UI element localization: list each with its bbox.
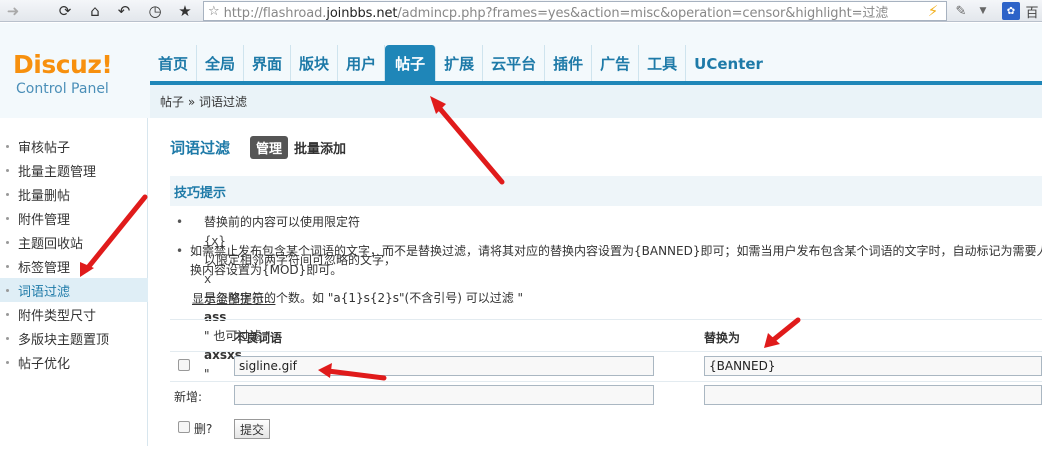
nav-home[interactable]: 首页 <box>150 45 198 82</box>
submit-button[interactable]: 提交 <box>234 419 271 439</box>
logo-subtitle: Control Panel <box>16 81 109 97</box>
tab-partial[interactable]: 百 <box>1022 2 1042 21</box>
nav-tools[interactable]: 工具 <box>639 45 687 82</box>
forward-icon[interactable]: ➜ <box>4 2 22 20</box>
new-label: 新增: <box>174 390 203 404</box>
nav-interface[interactable]: 界面 <box>244 45 292 82</box>
tip-item: 如需禁止发布包含某个词语的文字，而不是替换过滤，请将其对应的替换内容设置为{BA… <box>176 242 1042 280</box>
page-title: 词语过滤 <box>170 139 231 157</box>
logo[interactable]: Discuz! <box>13 50 113 79</box>
sidebar-item-word-filter[interactable]: 词语过滤 <box>0 278 148 302</box>
url-text: http://flashroad.joinbbs.net/admincp.php… <box>223 5 889 21</box>
admin-header: Discuz! Control Panel 首页 全局 界面 版块 用户 帖子 … <box>0 23 1042 118</box>
sidebar-item-attachments[interactable]: 附件管理 <box>0 206 148 230</box>
sidebar-item-attach-types[interactable]: 附件类型尺寸 <box>0 302 148 326</box>
replace-input[interactable]: {BANNED} <box>704 356 1042 376</box>
sidebar-item-batch-threads[interactable]: 批量主题管理 <box>0 158 148 182</box>
undo-icon[interactable]: ↶ <box>115 2 133 20</box>
sidebar-item-batch-delete[interactable]: 批量删帖 <box>0 182 148 206</box>
browser-toolbar: ➜ ⟳ ⌂ ↶ ◷ ★ ☆ http://flashroad.joinbbs.n… <box>0 0 1042 22</box>
address-bar[interactable]: ☆ http://flashroad.joinbbs.net/admincp.p… <box>203 1 947 21</box>
reload-icon[interactable]: ⟳ <box>56 2 74 20</box>
show-all-tips-link[interactable]: 显示全部提示... <box>192 290 275 307</box>
sidebar-item-tags[interactable]: 标签管理 <box>0 254 148 278</box>
new-row: 新增: <box>170 381 1042 409</box>
nav-extensions[interactable]: 扩展 <box>436 45 484 82</box>
sidebar: 审核帖子 批量主题管理 批量删帖 附件管理 主题回收站 标签管理 词语过滤 附件… <box>0 118 148 446</box>
tab-manage[interactable]: 管理 <box>250 136 289 159</box>
bad-word-input[interactable]: sigline.gif <box>234 356 654 376</box>
submit-row: 删? 提交 <box>170 409 1042 449</box>
nav-forums[interactable]: 版块 <box>291 45 339 82</box>
sidebar-list: 审核帖子 批量主题管理 批量删帖 附件管理 主题回收站 标签管理 词语过滤 附件… <box>0 134 148 374</box>
tips-title: 技巧提示 <box>170 176 1042 206</box>
lightning-icon[interactable]: ⚡ <box>924 2 942 20</box>
tab-batch-add[interactable]: 批量添加 <box>294 138 346 157</box>
nav-ads[interactable]: 广告 <box>592 45 640 82</box>
history-icon[interactable]: ◷ <box>146 2 164 20</box>
delete-label: 删? <box>194 422 213 436</box>
sidebar-item-moderate-posts[interactable]: 审核帖子 <box>0 134 148 158</box>
row-delete-checkbox[interactable] <box>178 359 190 371</box>
table-header: 不良词语 替换为 <box>170 319 1042 351</box>
new-replace-input[interactable] <box>704 385 1042 405</box>
col-bad-word: 不良词语 <box>234 331 283 345</box>
bookmark-star-icon[interactable]: ★ <box>176 2 194 20</box>
nav-cloud[interactable]: 云平台 <box>483 45 546 82</box>
paw-icon[interactable]: ✿ <box>1002 2 1020 20</box>
nav-users[interactable]: 用户 <box>338 45 386 82</box>
sidebar-item-recycle-bin[interactable]: 主题回收站 <box>0 230 148 254</box>
delete-all-checkbox[interactable] <box>178 421 190 433</box>
new-bad-word-input[interactable] <box>234 385 654 405</box>
main-content: 词语过滤 管理 批量添加 技巧提示 替换前的内容可以使用限定符 {x} 以限定相… <box>170 118 1042 446</box>
nav-plugins[interactable]: 插件 <box>545 45 593 82</box>
dropdown-arrow-icon[interactable]: ▼ <box>974 2 992 20</box>
page-star-icon[interactable]: ☆ <box>208 4 220 19</box>
sidebar-item-post-optimize[interactable]: 帖子优化 <box>0 350 148 374</box>
home-icon[interactable]: ⌂ <box>86 2 104 20</box>
pin-icon[interactable]: ✎ <box>952 2 970 20</box>
sidebar-item-multi-sticky[interactable]: 多版块主题置顶 <box>0 326 148 350</box>
breadcrumb: 帖子 » 词语过滤 <box>150 85 1042 118</box>
top-nav: 首页 全局 界面 版块 用户 帖子 扩展 云平台 插件 广告 工具 UCente… <box>150 45 771 82</box>
col-replace: 替换为 <box>704 331 741 345</box>
page-header: 词语过滤 管理 批量添加 <box>170 136 346 159</box>
nav-global[interactable]: 全局 <box>197 45 245 82</box>
table-row: sigline.gif {BANNED} <box>170 351 1042 381</box>
nav-ucenter[interactable]: UCenter <box>686 45 771 82</box>
nav-posts[interactable]: 帖子 <box>385 45 437 82</box>
tips-panel: 技巧提示 替换前的内容可以使用限定符 {x} 以限定相邻两字符间可忽略的文字，x… <box>170 176 1042 381</box>
